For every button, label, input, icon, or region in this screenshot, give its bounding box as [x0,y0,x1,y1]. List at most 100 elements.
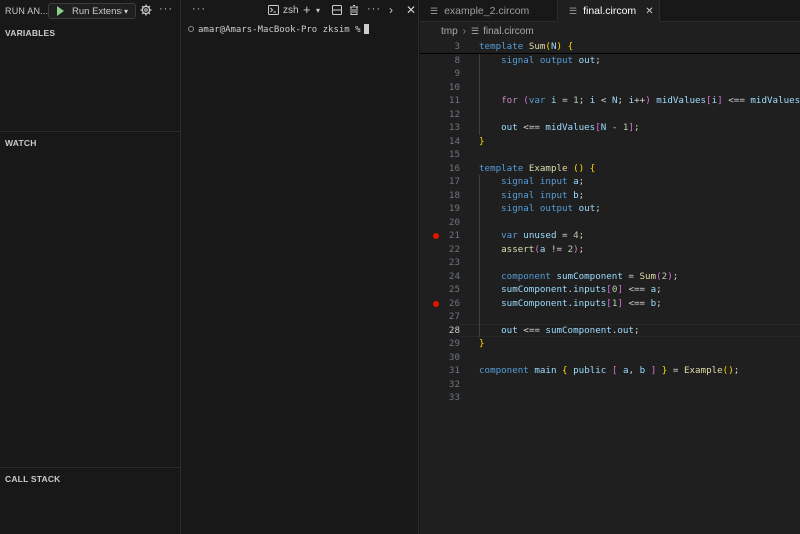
terminal-panel[interactable]: ··· zsh + ▾ ··· › ✕ amar@Amars-MacBook-P… [182,0,419,534]
line-number[interactable]: 30 [420,351,460,365]
line-number[interactable]: 25 [420,283,460,297]
line-text: signal input a; [501,176,585,187]
chevron-down-icon[interactable]: ▾ [316,6,320,15]
line-number[interactable]: 17 [420,175,460,189]
line-number[interactable]: 21 [420,229,460,243]
line-number[interactable]: 33 [420,391,460,405]
code-line[interactable]: 18 signal input b; [420,189,800,203]
split-terminal-icon[interactable] [332,5,342,18]
terminal-prompt-line[interactable]: amar@Amars-MacBook-Pro zksim % [188,24,369,35]
code-line[interactable]: 26 sumComponent.inputs[1] <== b; [420,297,800,311]
editor-pane[interactable]: ☰ example_2.circom ☰ final.circom ✕ tmp … [420,0,800,534]
close-panel-icon[interactable]: ✕ [406,3,416,17]
code-line[interactable]: 9 [420,67,800,81]
line-number[interactable]: 8 [420,54,460,68]
line-number[interactable]: 22 [420,243,460,257]
line-number[interactable]: 31 [420,364,460,378]
code-line[interactable]: 24 component sumComponent = Sum(2); [420,270,800,284]
terminal-cursor [363,24,369,34]
more-icon[interactable]: ··· [159,3,173,15]
tab-final[interactable]: ☰ final.circom ✕ [557,0,660,22]
code-line[interactable]: 11 for (var i = 1; i < N; i++) midValues… [420,94,800,108]
code-line[interactable]: 13 out <== midValues[N - 1]; [420,121,800,135]
code-line[interactable]: 31 component main { public [ a, b ] } = E… [420,364,800,378]
code-line[interactable]: 17 signal input a; [420,175,800,189]
code-line[interactable]: 30 [420,351,800,365]
line-number[interactable]: 3 [420,40,460,54]
variables-section[interactable]: VARIABLES [0,22,181,132]
call-stack-header[interactable]: CALL STACK [5,474,61,484]
code-line[interactable]: 21 var unused = 4; [420,229,800,243]
code-line[interactable]: 15 [420,148,800,162]
line-text: signal input b; [501,189,585,201]
gear-icon[interactable] [140,4,152,16]
add-terminal-icon[interactable]: + [303,2,311,17]
line-number[interactable]: 16 [420,162,460,176]
line-text: component sumComponent = Sum(2); [501,270,679,282]
watch-header[interactable]: WATCH [5,138,37,148]
line-number[interactable]: 26 [420,297,460,311]
debug-toolbar: RUN AN... Run Extensi ▾ ··· [0,0,181,22]
line-number[interactable]: 27 [420,310,460,324]
line-number[interactable]: 20 [420,216,460,230]
breadcrumb: tmp › ☰ final.circom [441,26,534,37]
breadcrumb-file[interactable]: final.circom [483,26,534,37]
code-editor[interactable]: 3 template Sum(N) {8 signal output out; 9 1… [420,40,800,534]
line-number[interactable]: 12 [420,108,460,122]
code-line[interactable]: 19 signal output out; [420,202,800,216]
code-line[interactable]: 27 [420,310,800,324]
prompt-status-icon [188,26,194,32]
file-icon: ☰ [471,26,480,36]
line-text: sumComponent.inputs[0] <== a; [501,284,662,295]
line-number[interactable]: 28 [420,324,460,338]
line-text: } [479,338,485,349]
terminal-more-actions-icon[interactable]: ··· [367,3,381,15]
code-line[interactable]: 29} [420,337,800,351]
line-text: signal output out; [501,203,601,214]
code-line[interactable]: 10 [420,81,800,95]
chevron-right-icon[interactable]: › [389,3,393,17]
tab-example-2[interactable]: ☰ example_2.circom [430,0,550,22]
line-number[interactable]: 10 [420,81,460,95]
terminal-more-icon[interactable]: ··· [192,3,206,15]
terminal-shell-label[interactable]: zsh [283,5,299,16]
code-line[interactable]: 32 [420,378,800,392]
code-line[interactable]: 25 sumComponent.inputs[0] <== a; [420,283,800,297]
play-icon[interactable] [57,6,64,16]
code-line[interactable]: 12 [420,108,800,122]
line-number[interactable]: 19 [420,202,460,216]
line-number[interactable]: 24 [420,270,460,284]
code-line[interactable]: 14} [420,135,800,149]
line-number[interactable]: 23 [420,256,460,270]
chevron-down-icon[interactable]: ▾ [124,7,128,16]
line-number[interactable]: 32 [420,378,460,392]
code-line[interactable]: 23 [420,256,800,270]
close-icon[interactable]: ✕ [645,6,653,17]
code-line[interactable]: 28 out <== sumComponent.out; [420,324,800,338]
code-line[interactable]: 33 [420,391,800,405]
trash-icon[interactable] [349,5,359,18]
code-line[interactable]: 22 assert(a != 2); [420,243,800,257]
watch-section[interactable]: WATCH [0,131,181,468]
call-stack-section[interactable]: CALL STACK [0,467,181,534]
code-line[interactable]: 3 template Sum(N) { [420,40,800,54]
chevron-right-icon: › [462,26,467,37]
terminal-icon[interactable] [268,5,279,18]
line-number[interactable]: 14 [420,135,460,149]
code-line[interactable]: 16 template Example () { [420,162,800,176]
line-number[interactable]: 29 [420,337,460,351]
line-number[interactable]: 13 [420,121,460,135]
editor-tab-bar: ☰ example_2.circom ☰ final.circom ✕ [420,0,800,22]
run-config-dropdown[interactable]: Run Extensi ▾ [48,3,136,19]
code-line[interactable]: 20 [420,216,800,230]
terminal-toolbar: ··· zsh + ▾ ··· › ✕ [182,0,419,22]
line-number[interactable]: 18 [420,189,460,203]
code-line[interactable]: 8 signal output out; [420,54,800,68]
variables-header[interactable]: VARIABLES [5,28,55,38]
line-text: signal output out; [501,54,601,66]
line-number[interactable]: 15 [420,148,460,162]
line-number[interactable]: 9 [420,67,460,81]
line-number[interactable]: 11 [420,94,460,108]
line-text: out <== sumComponent.out; [501,324,640,336]
breadcrumb-folder[interactable]: tmp [441,26,458,37]
